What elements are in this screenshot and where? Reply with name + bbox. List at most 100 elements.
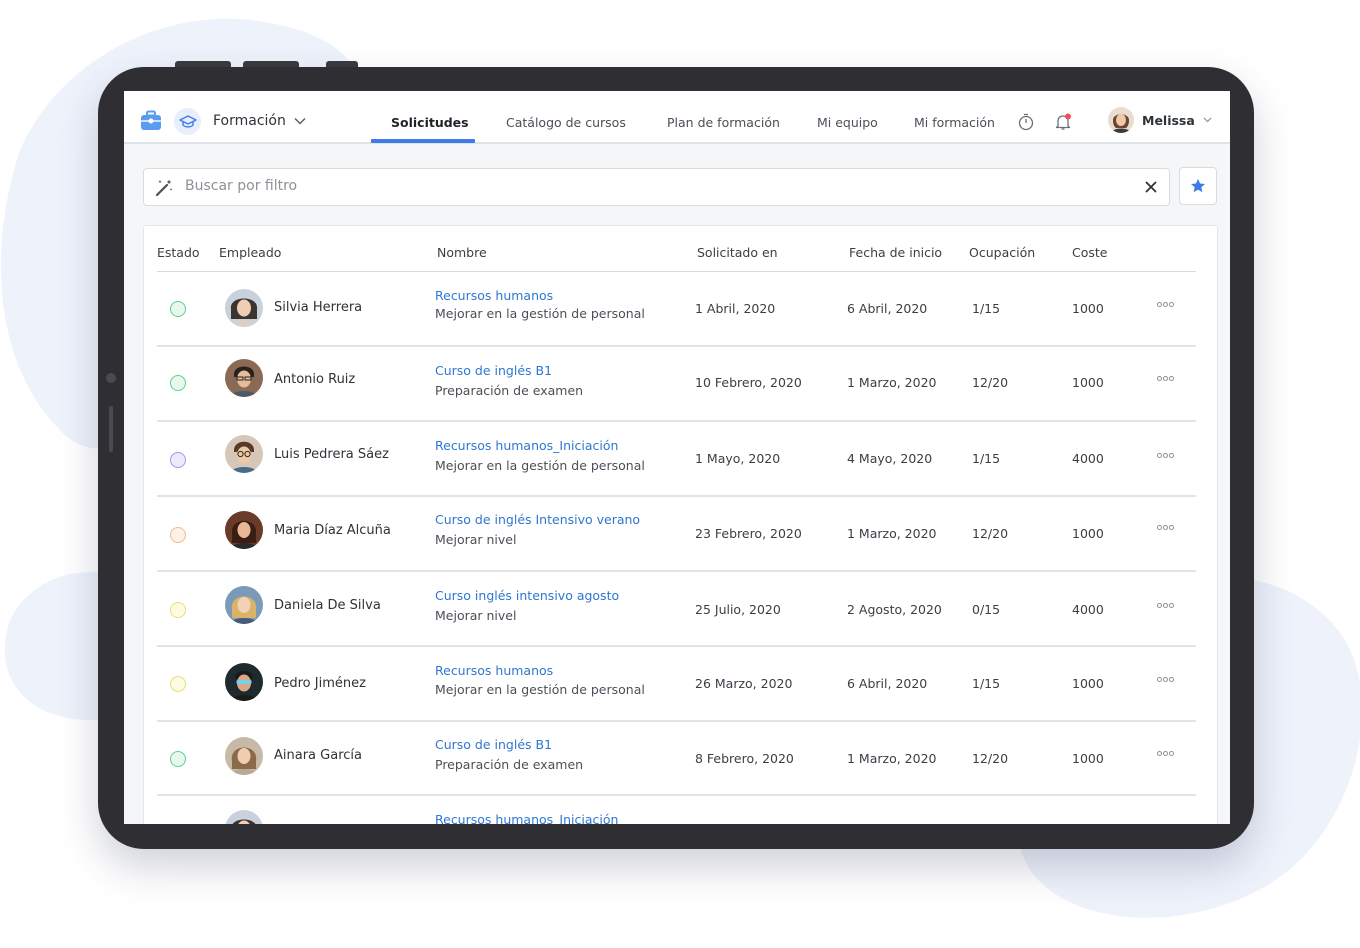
requested-date: 1 Abril, 2020 [695,301,776,316]
notification-dot [1065,113,1071,120]
status-indicator [170,751,186,767]
more-options-icon[interactable] [1157,302,1174,307]
requested-date: 23 Febrero, 2020 [695,526,802,541]
table-row[interactable]: Ainara García Curso de inglés B1 Prepara… [157,721,1196,796]
star-icon [1191,179,1205,193]
status-indicator [170,602,186,618]
course-link[interactable]: Curso de inglés B1 [435,363,552,378]
course-description: Mejorar nivel [435,532,517,547]
avatar [225,435,263,473]
module-label: Formación [213,113,286,129]
column-header-estado[interactable]: Estado [157,245,200,260]
occupancy: 12/20 [972,375,1009,390]
more-options-icon[interactable] [1157,525,1174,530]
start-date: 4 Mayo, 2020 [847,451,933,466]
active-tab-indicator [371,139,475,143]
cost: 4000 [1072,451,1104,466]
table-row[interactable]: Daniela De Silva Curso inglés intensivo … [157,572,1196,647]
column-header-nombre[interactable]: Nombre [437,245,487,260]
table-row[interactable]: Luis Pedrera Sáez Recursos humanos_Inici… [157,422,1196,497]
column-header-fecha-de-inicio[interactable]: Fecha de inicio [849,245,942,260]
tablet-side-indicator [109,406,113,452]
chevron-down-icon [294,117,306,125]
occupancy: 1/15 [972,451,1001,466]
table-row[interactable]: Recursos humanos_Iniciación [157,796,1196,824]
course-link[interactable]: Curso de inglés Intensivo verano [435,512,640,527]
top-navigation: Formación Solicitudes Catálogo de cursos… [124,91,1230,144]
table-row[interactable]: Maria Díaz Alcuña Curso de inglés Intens… [157,497,1196,572]
chevron-down-icon [1203,117,1212,123]
course-description: Mejorar nivel [435,608,517,623]
course-link[interactable]: Recursos humanos [435,288,553,303]
tab-catalogo-de-cursos[interactable]: Catálogo de cursos [506,115,626,130]
requested-date: 8 Febrero, 2020 [695,751,794,766]
status-indicator [170,301,186,317]
table-row[interactable]: Pedro Jiménez Recursos humanos Mejorar e… [157,647,1196,722]
course-link[interactable]: Recursos humanos [435,663,553,678]
timer-icon[interactable] [1017,113,1035,131]
column-header-empleado[interactable]: Empleado [219,245,281,260]
requested-date: 10 Febrero, 2020 [695,375,802,390]
cost: 1000 [1072,375,1104,390]
tab-plan-de-formacion[interactable]: Plan de formación [667,115,780,130]
more-options-icon[interactable] [1157,751,1174,756]
start-date: 6 Abril, 2020 [847,301,928,316]
avatar [225,511,263,549]
cost: 1000 [1072,301,1104,316]
status-indicator [170,676,186,692]
tab-solicitudes[interactable]: Solicitudes [391,115,469,130]
tab-mi-formacion[interactable]: Mi formación [914,115,995,130]
favorite-filters-button[interactable] [1179,167,1217,205]
status-indicator [170,452,186,468]
close-icon[interactable] [1145,181,1157,193]
course-link[interactable]: Recursos humanos_Iniciación [435,438,618,453]
employee-name: Luis Pedrera Sáez [274,447,389,462]
bell-icon[interactable] [1054,113,1072,131]
start-date: 1 Marzo, 2020 [847,526,937,541]
module-selector[interactable]: Formación [213,113,306,129]
employee-name: Maria Díaz Alcuña [274,523,391,538]
user-menu[interactable]: Melissa [1108,107,1212,133]
cost: 1000 [1072,751,1104,766]
column-header-coste[interactable]: Coste [1072,245,1107,260]
occupancy: 12/20 [972,751,1009,766]
user-avatar [1108,107,1134,133]
avatar [225,663,263,701]
briefcase-icon[interactable] [139,109,163,133]
start-date: 1 Marzo, 2020 [847,375,937,390]
tab-mi-equipo[interactable]: Mi equipo [817,115,878,130]
magic-wand-icon [155,179,173,197]
start-date: 2 Agosto, 2020 [847,602,942,617]
tablet-camera [106,373,116,383]
column-header-solicitado-en[interactable]: Solicitado en [697,245,778,260]
filter-search-bar [143,168,1170,206]
table-row[interactable]: Antonio Ruiz Curso de inglés B1 Preparac… [157,347,1196,422]
course-link[interactable]: Recursos humanos_Iniciación [435,812,618,824]
employee-name: Ainara García [274,748,362,763]
more-options-icon[interactable] [1157,376,1174,381]
course-link[interactable]: Curso de inglés B1 [435,737,552,752]
more-options-icon[interactable] [1157,677,1174,682]
course-link[interactable]: Curso inglés intensivo agosto [435,588,619,603]
cost: 1000 [1072,526,1104,541]
start-date: 6 Abril, 2020 [847,676,928,691]
start-date: 1 Marzo, 2020 [847,751,937,766]
course-description: Mejorar en la gestión de personal [435,682,645,697]
more-options-icon[interactable] [1157,603,1174,608]
requested-date: 1 Mayo, 2020 [695,451,781,466]
cost: 1000 [1072,676,1104,691]
table-row[interactable]: Silvia Herrera Recursos humanos Mejorar … [157,272,1196,347]
course-description: Mejorar en la gestión de personal [435,306,645,321]
employee-name: Pedro Jiménez [274,676,366,691]
occupancy: 12/20 [972,526,1009,541]
status-indicator [170,375,186,391]
requested-date: 26 Marzo, 2020 [695,676,793,691]
cost: 4000 [1072,602,1104,617]
avatar [225,737,263,775]
requested-date: 25 Julio, 2020 [695,602,781,617]
more-options-icon[interactable] [1157,453,1174,458]
search-input[interactable] [185,178,1115,194]
column-header-ocupacion[interactable]: Ocupación [969,245,1035,260]
graduation-cap-icon[interactable] [174,108,201,135]
occupancy: 1/15 [972,301,1001,316]
